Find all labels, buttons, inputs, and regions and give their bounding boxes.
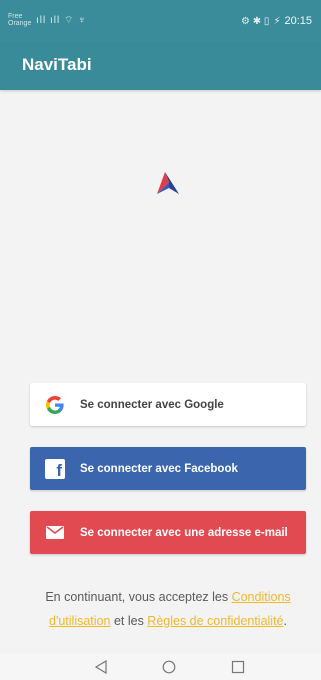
envelope-icon	[30, 511, 80, 554]
system-icons: ⚙ ✱ ▯	[241, 15, 270, 27]
terms-middle: et les	[110, 614, 148, 628]
app-bar: NaviTabi	[0, 45, 321, 90]
facebook-icon: f	[45, 458, 65, 479]
navitabi-logo-icon	[153, 168, 183, 198]
back-triangle-icon[interactable]	[92, 658, 110, 676]
google-signin-button[interactable]: Se connecter avec Google	[30, 383, 306, 426]
status-left: Free Orange ıll ıll ⌔ ♆	[8, 13, 87, 27]
facebook-button-label: Se connecter avec Facebook	[80, 462, 238, 475]
status-bar: Free Orange ıll ıll ⌔ ♆ ⚙ ✱ ▯ ⚡ 20:15	[0, 0, 321, 45]
home-circle-icon[interactable]	[160, 658, 178, 676]
carrier-name: Free Orange	[8, 13, 32, 27]
facebook-signin-button[interactable]: f Se connecter avec Facebook	[30, 447, 306, 490]
carrier-line-1: Free	[8, 13, 23, 20]
app-title: NaviTabi	[22, 55, 92, 74]
terms-text: En continuant, vous acceptez les Conditi…	[24, 585, 312, 633]
status-time: 20:15	[284, 15, 312, 27]
email-signin-button[interactable]: Se connecter avec une adresse e-mail	[30, 511, 306, 554]
system-nav-bar	[0, 654, 321, 680]
privacy-link[interactable]: Règles de confidentialité	[147, 614, 283, 628]
recent-square-icon[interactable]	[229, 658, 247, 676]
terms-suffix: .	[283, 614, 287, 628]
carrier-line-2: Orange	[8, 20, 32, 27]
status-right: ⚙ ✱ ▯ ⚡ 20:15	[241, 15, 312, 27]
email-button-label: Se connecter avec une adresse e-mail	[80, 526, 288, 539]
facebook-icon-wrap: f	[30, 447, 80, 490]
google-button-label: Se connecter avec Google	[80, 398, 224, 411]
battery-icon: ⚡	[273, 15, 281, 27]
google-icon	[30, 383, 80, 426]
terms-prefix: En continuant, vous acceptez les	[45, 590, 232, 604]
signal-icons: ıll ıll ⌔ ♆	[36, 14, 87, 26]
